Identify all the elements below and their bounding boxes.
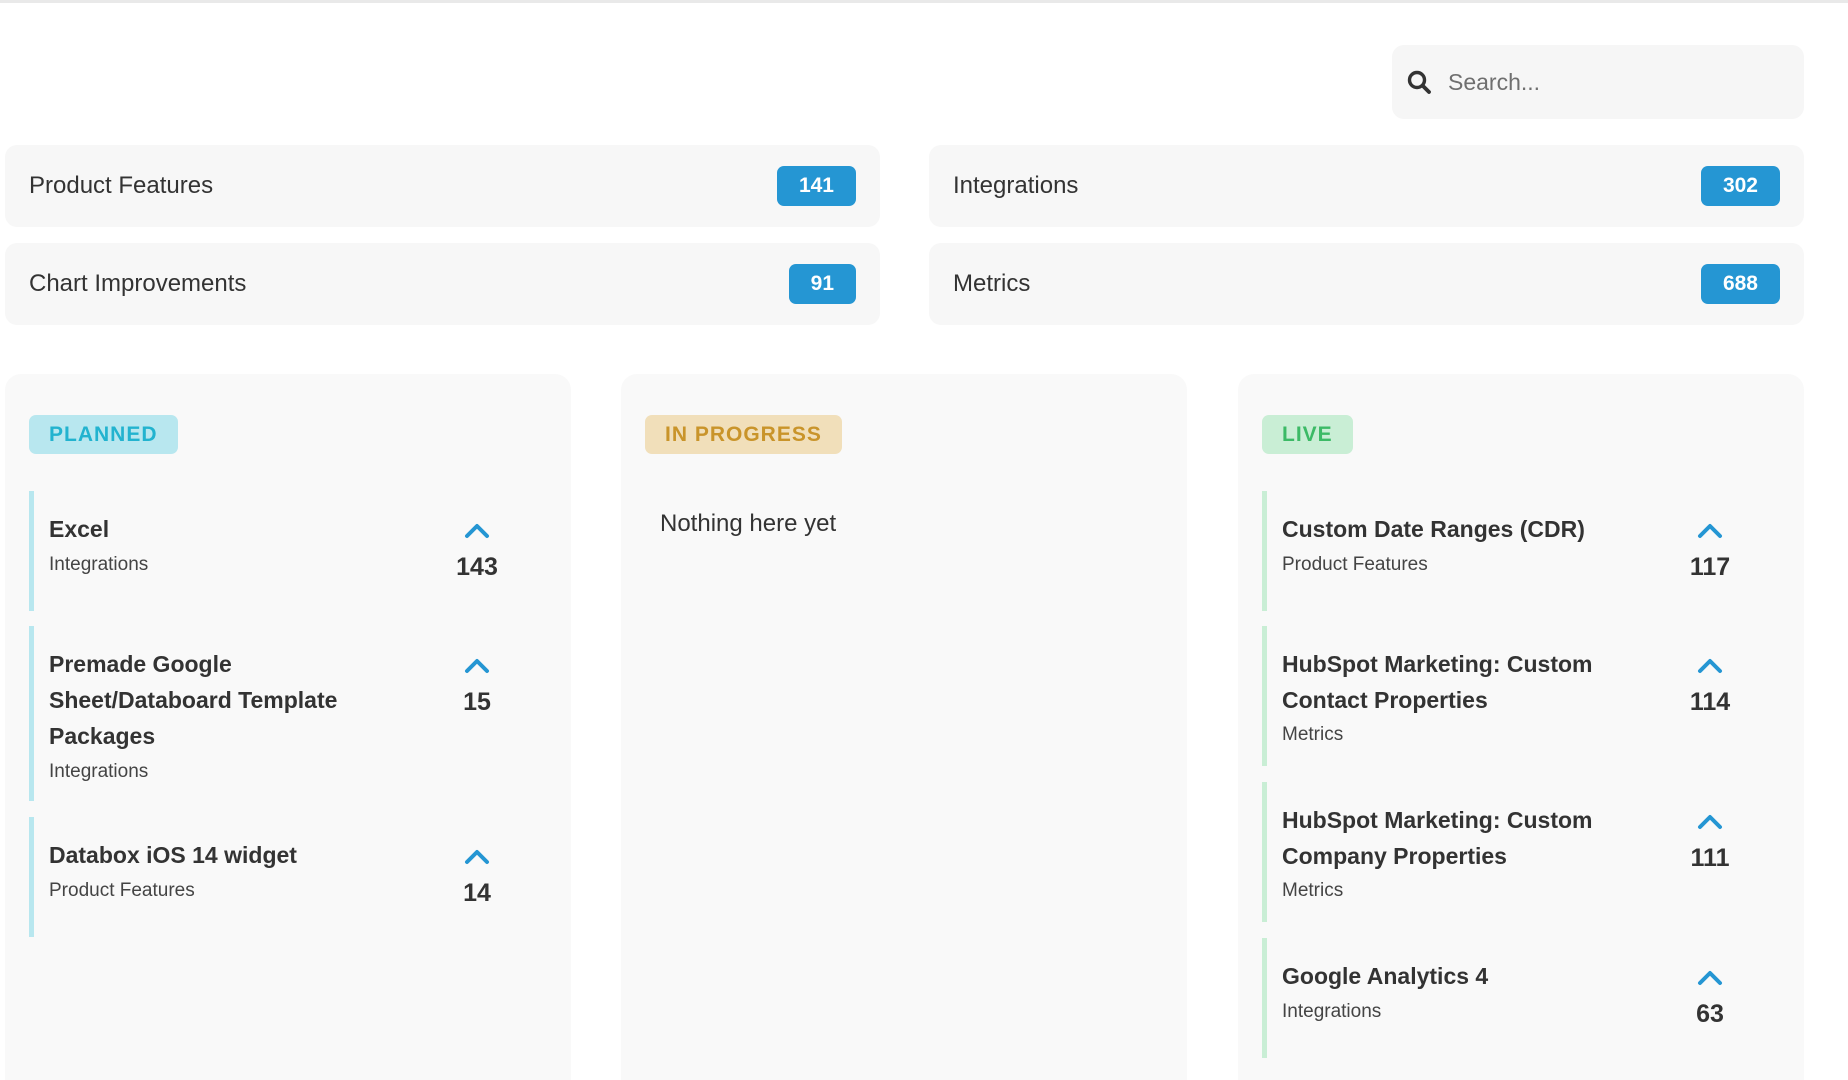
card-title: Custom Date Ranges (CDR): [1282, 516, 1585, 542]
vote-count: 117: [1689, 553, 1731, 581]
card-category: Product Features: [1282, 554, 1428, 575]
vote-widget: 63: [1670, 968, 1750, 1029]
vote-widget: 114: [1670, 656, 1750, 717]
search-icon: [1407, 70, 1431, 94]
upvote-chevron-icon[interactable]: [464, 656, 490, 674]
status-badge-planned: PLANNED: [29, 415, 178, 454]
upvote-chevron-icon[interactable]: [1697, 968, 1723, 986]
roadmap-card[interactable]: Google Analytics 4 Integrations 63: [1262, 938, 1762, 1058]
card-accent-bar: [1262, 491, 1267, 611]
search-box[interactable]: [1392, 45, 1804, 119]
category-name: Product Features: [29, 172, 214, 199]
card-category: Integrations: [49, 554, 149, 575]
upvote-chevron-icon[interactable]: [1697, 812, 1723, 830]
category-count-badge: 302: [1700, 166, 1780, 206]
card-accent-bar: [29, 491, 34, 611]
category-count-badge: 91: [788, 264, 856, 304]
vote-widget: 14: [437, 847, 517, 908]
vote-widget: 117: [1670, 521, 1750, 582]
category-name: Chart Improvements: [29, 270, 247, 297]
empty-state-text: Nothing here yet: [660, 510, 837, 537]
category-integrations[interactable]: Integrations 302: [929, 145, 1804, 227]
card-title: HubSpot Marketing: Custom Contact Proper…: [1282, 651, 1593, 713]
card-title: Premade Google Sheet/Databoard Template …: [49, 651, 338, 749]
vote-widget: 15: [437, 656, 517, 717]
card-category: Integrations: [49, 761, 149, 782]
card-title: HubSpot Marketing: Custom Company Proper…: [1282, 807, 1593, 869]
card-title: Excel: [49, 516, 110, 542]
category-product-features[interactable]: Product Features 141: [5, 145, 880, 227]
category-count-badge: 688: [1700, 264, 1780, 304]
column-in-progress: IN PROGRESS Nothing here yet: [621, 374, 1187, 1080]
category-count-badge: 141: [776, 166, 856, 206]
card-accent-bar: [1262, 626, 1267, 766]
card-accent-bar: [29, 817, 34, 937]
upvote-chevron-icon[interactable]: [1697, 656, 1723, 674]
vote-count: 15: [463, 688, 491, 716]
category-name: Integrations: [953, 172, 1079, 199]
roadmap-card[interactable]: Premade Google Sheet/Databoard Template …: [29, 626, 529, 801]
vote-widget: 111: [1670, 812, 1750, 873]
search-input[interactable]: [1446, 67, 1770, 97]
card-title: Databox iOS 14 widget: [49, 842, 297, 868]
column-live: LIVE Custom Date Ranges (CDR) Product Fe…: [1238, 374, 1804, 1080]
roadmap-card[interactable]: HubSpot Marketing: Custom Company Proper…: [1262, 782, 1762, 922]
roadmap-card[interactable]: Excel Integrations 143: [29, 491, 529, 611]
status-badge-in-progress: IN PROGRESS: [645, 415, 842, 454]
upvote-chevron-icon[interactable]: [464, 847, 490, 865]
category-metrics[interactable]: Metrics 688: [929, 243, 1804, 325]
roadmap-card[interactable]: Custom Date Ranges (CDR) Product Feature…: [1262, 491, 1762, 611]
roadmap-card[interactable]: Databox iOS 14 widget Product Features 1…: [29, 817, 529, 937]
category-name: Metrics: [953, 270, 1031, 297]
upvote-chevron-icon[interactable]: [464, 521, 490, 539]
upvote-chevron-icon[interactable]: [1697, 521, 1723, 539]
vote-count: 111: [1690, 844, 1730, 872]
vote-count: 14: [463, 879, 491, 907]
vote-count: 63: [1696, 1000, 1724, 1028]
card-category: Product Features: [49, 880, 195, 901]
category-chart-improvements[interactable]: Chart Improvements 91: [5, 243, 880, 325]
vote-count: 143: [456, 553, 498, 581]
card-accent-bar: [1262, 938, 1267, 1058]
vote-widget: 143: [437, 521, 517, 582]
vote-count: 114: [1689, 688, 1731, 716]
card-category: Metrics: [1282, 880, 1344, 901]
column-planned: PLANNED Excel Integrations 143 Premade G…: [5, 374, 571, 1080]
card-category: Integrations: [1282, 1001, 1382, 1022]
status-badge-live: LIVE: [1262, 415, 1353, 454]
roadmap-card[interactable]: HubSpot Marketing: Custom Contact Proper…: [1262, 626, 1762, 766]
card-accent-bar: [1262, 782, 1267, 922]
card-category: Metrics: [1282, 724, 1344, 745]
top-divider: [0, 0, 1848, 3]
card-title: Google Analytics 4: [1282, 963, 1489, 989]
card-accent-bar: [29, 626, 34, 801]
